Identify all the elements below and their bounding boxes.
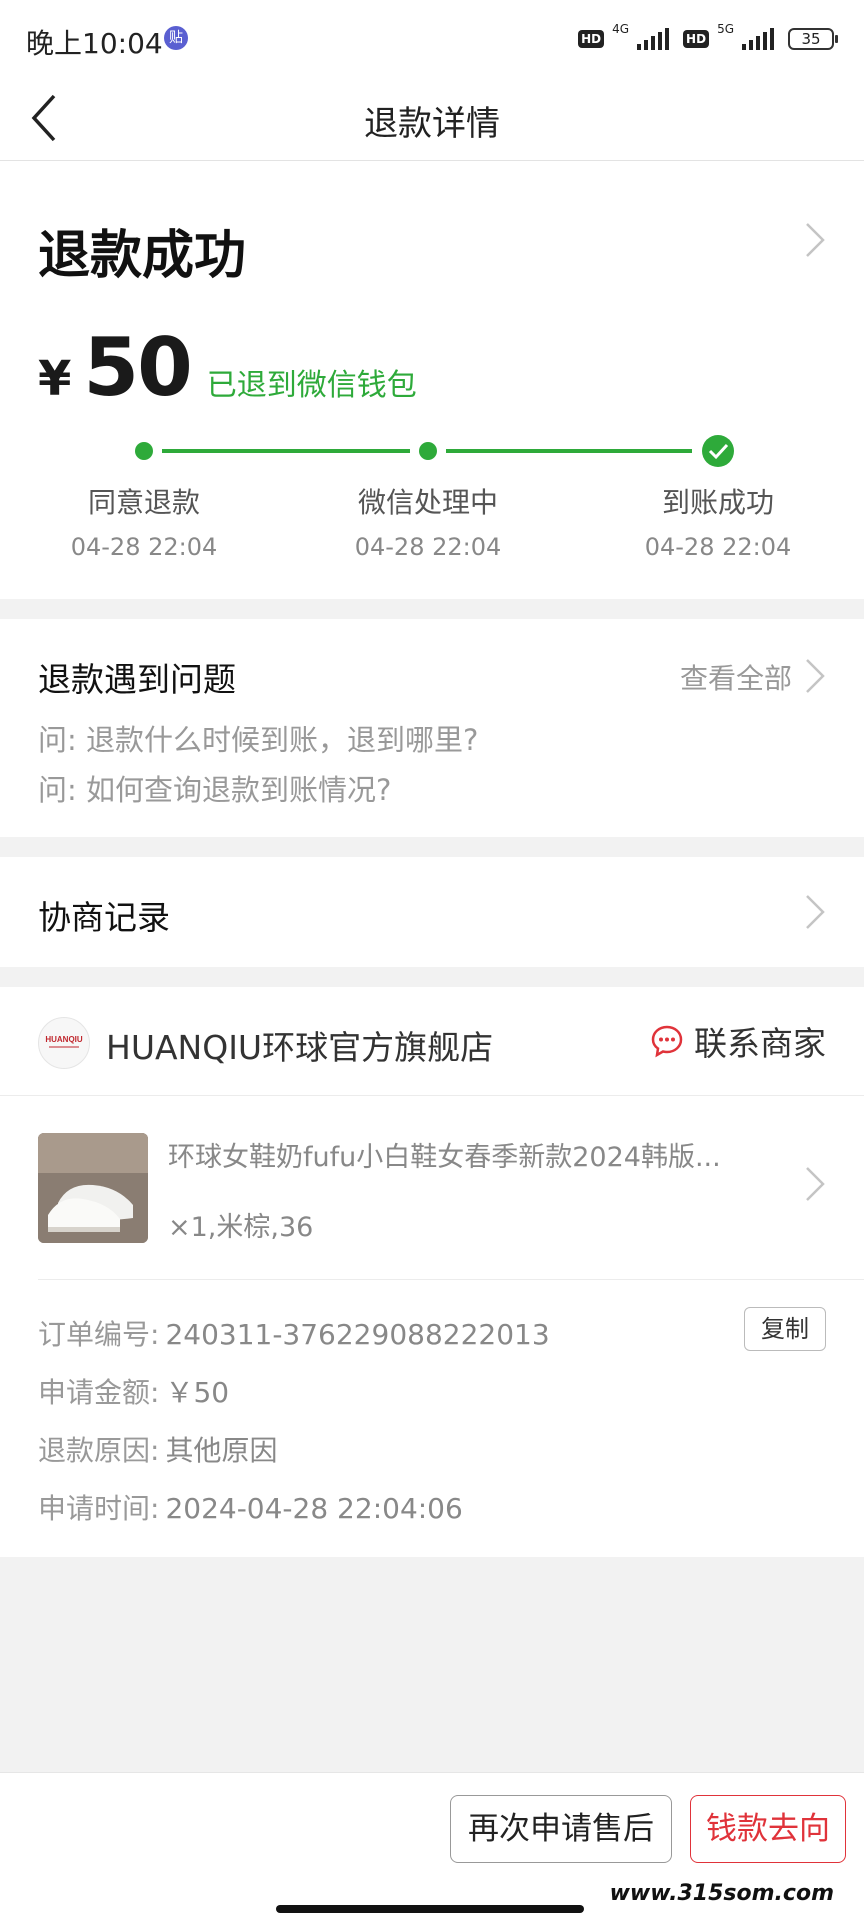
nav-bar: 退款详情: [0, 78, 864, 161]
contact-merchant-label: 联系商家: [694, 1024, 826, 1063]
refund-amount: 50: [83, 321, 192, 414]
apply-amount-label: 申请金额:: [38, 1376, 160, 1409]
divider: [0, 1095, 864, 1096]
battery-icon: 35: [788, 28, 838, 50]
apply-after-sale-again-button[interactable]: 再次申请售后: [450, 1795, 672, 1863]
negotiation-record-card[interactable]: 协商记录: [0, 857, 864, 967]
currency-symbol: ¥: [38, 351, 72, 407]
negotiation-record-title: 协商记录: [38, 898, 170, 937]
product-image[interactable]: [38, 1133, 148, 1243]
apply-time-label: 申请时间:: [38, 1492, 160, 1525]
product-spec: ×1,米棕,36: [168, 1212, 314, 1243]
page-title: 退款详情: [364, 104, 500, 144]
signal-icon: [742, 28, 774, 50]
status-time: 晚上10:04: [26, 27, 163, 60]
contact-merchant-button[interactable]: 联系商家: [650, 1017, 826, 1065]
faq-title: 退款遇到问题: [38, 660, 236, 699]
refund-reason: 其他原因: [165, 1434, 278, 1467]
network-type-4g: 4G: [612, 22, 630, 36]
refund-destination: 已退到微信钱包: [206, 368, 417, 403]
progress-dot-1: [135, 442, 153, 460]
shop-name[interactable]: HUANQIU环球官方旗舰店: [106, 1021, 493, 1069]
order-info-card: HUANQIU HUANQIU环球官方旗舰店 联系商家 环球女鞋奶fufu小白鞋…: [0, 987, 864, 1557]
faq-question-2[interactable]: 问: 如何查询退款到账情况?: [38, 767, 391, 809]
faq-question-1[interactable]: 问: 退款什么时候到账，退到哪里?: [38, 717, 478, 759]
refund-reason-label: 退款原因:: [38, 1434, 160, 1467]
shop-logo-text: HUANQIU: [45, 1035, 83, 1044]
home-indicator[interactable]: [276, 1905, 584, 1913]
refund-amount-row: ¥ 50 已退到微信钱包: [38, 321, 417, 414]
step-2-time: 04-28 22:04: [354, 533, 502, 561]
step-1-label: 同意退款: [87, 486, 200, 519]
watermark: www.315som.com: [609, 1881, 834, 1906]
step-3-label: 到账成功: [661, 486, 774, 519]
chevron-right-icon: [806, 223, 825, 257]
view-all-link[interactable]: 查看全部: [680, 657, 792, 697]
shop-logo: HUANQIU: [38, 1017, 90, 1069]
apply-time-row: 申请时间: 2024-04-28 22:04:06: [38, 1487, 463, 1527]
bottom-action-bar: 再次申请售后 钱款去向 www.315som.com: [0, 1772, 864, 1921]
hd-badge: HD: [578, 30, 605, 48]
refund-status-title: 退款成功: [38, 226, 247, 286]
chat-bubble-icon: [651, 1025, 683, 1058]
step-1-time: 04-28 22:04: [70, 533, 218, 561]
money-flow-button[interactable]: 钱款去向: [690, 1795, 846, 1863]
chevron-right-icon[interactable]: [804, 657, 826, 695]
chevron-right-icon: [806, 895, 825, 929]
shop-logo-image: HUANQIU: [45, 1035, 83, 1048]
progress-done-icon: [702, 435, 734, 467]
refund-faq-card: 退款遇到问题 查看全部 问: 退款什么时候到账，退到哪里? 问: 如何查询退款到…: [0, 619, 864, 837]
product-thumbnail: [38, 1133, 148, 1243]
notification-badge-icon: 贴: [164, 26, 188, 50]
status-bar: 晚上10:04 贴 HD 4G HD 5G 35: [0, 0, 864, 78]
copy-button[interactable]: 复制: [744, 1307, 826, 1351]
signal-icon: [637, 28, 670, 50]
status-indicators: HD 4G HD 5G 35: [578, 22, 838, 56]
network-type-5g: 5G: [717, 22, 734, 36]
order-number: 240311-376229088222013: [165, 1318, 550, 1351]
chevron-right-icon[interactable]: [804, 1165, 826, 1203]
refund-reason-row: 退款原因: 其他原因: [38, 1429, 277, 1469]
order-number-label: 订单编号:: [38, 1318, 160, 1351]
refund-progress-bar: [135, 435, 734, 467]
step-2-label: 微信处理中: [357, 486, 498, 519]
order-number-row: 订单编号: 240311-376229088222013: [38, 1313, 550, 1353]
progress-dot-2: [419, 442, 437, 460]
step-3-time: 04-28 22:04: [644, 533, 792, 561]
apply-amount-row: 申请金额: ￥50: [38, 1371, 229, 1411]
apply-amount: ￥50: [165, 1376, 230, 1409]
apply-time: 2024-04-28 22:04:06: [165, 1492, 463, 1525]
hd-badge: HD: [683, 30, 710, 48]
refund-status-card[interactable]: 退款成功 ¥ 50 已退到微信钱包 同意退款 微信处理中 到账成功 04-28 …: [0, 161, 864, 599]
divider: [38, 1279, 864, 1280]
product-title[interactable]: 环球女鞋奶fufu小白鞋女春季新款2024韩版...: [168, 1135, 788, 1174]
